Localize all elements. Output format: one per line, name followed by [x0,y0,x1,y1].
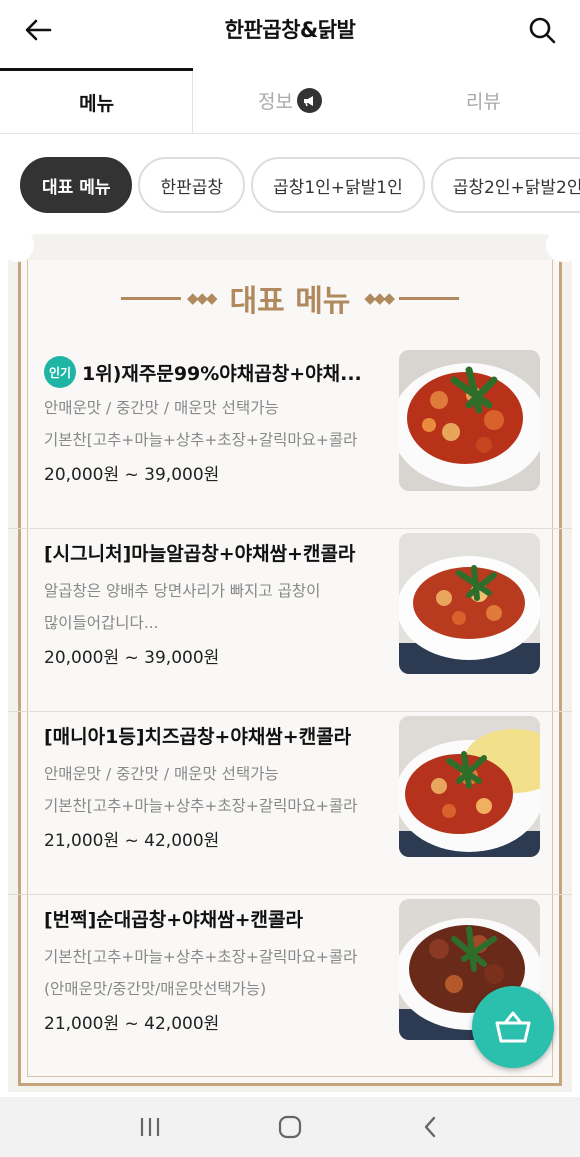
menu-item-title: [시그니처]마늘알곱창+야채쌈+캔콜라 [44,543,356,565]
recents-button[interactable] [125,1107,175,1147]
tab-bar: 메뉴 정보 리뷰 [0,68,580,134]
tab-info[interactable]: 정보 [193,68,386,133]
menu-item-desc: 기본찬[고추+마늘+상추+초장+갈릭마요+콜라 [44,797,358,815]
menu-item-price: 20,000원 ~ 39,000원 [44,465,220,485]
chip-gopchang2-dakbal2[interactable]: 곱창2인+닭발2인 [430,157,580,213]
menu-list: 인기 1위)재주문99%야채곱창+야채... 안매운맛 / 중간맛 / 매운맛 … [8,346,572,1078]
back-chevron-icon [424,1116,436,1138]
section-header: ◆◆◆ 대표 메뉴 ◆◆◆ [8,276,572,320]
back-button[interactable] [18,10,58,50]
menu-item-desc: 안매운맛 / 중간맛 / 매운맛 선택가능 [44,765,279,783]
frame-corner [0,228,34,262]
menu-item-desc: 기본찬[고추+마늘+상추+초장+갈릭마요+콜라 [44,431,358,449]
menu-item-price: 21,000원 ~ 42,000원 [44,1014,220,1034]
page-title: 한판곱창&닭발 [224,18,356,42]
home-button[interactable] [265,1107,315,1147]
menu-item-title: [매니아1등]치즈곱창+야채쌈+캔콜라 [44,726,352,748]
tab-menu[interactable]: 메뉴 [0,68,194,133]
system-back-button[interactable] [405,1107,455,1147]
tab-label: 리뷰 [465,91,501,113]
menu-item-desc: 기본찬[고추+마늘+상추+초장+갈릭마요+콜라 [44,948,358,966]
menu-item-price: 20,000원 ~ 39,000원 [44,648,220,668]
menu-card: ◆◆◆ 대표 메뉴 ◆◆◆ 인기 1위)재주문99%야채곱창+야채... 안매운… [0,228,580,1092]
category-chips: 대표 메뉴 한판곱창 곱창1인+닭발1인 곱창2인+닭발2인 [20,157,580,213]
megaphone-icon [296,88,322,113]
tab-reviews[interactable]: 리뷰 [387,68,580,133]
cart-button[interactable] [472,986,554,1068]
chip-gopchang1-dakbal1[interactable]: 곱창1인+닭발1인 [251,157,425,213]
system-navigation-bar [0,1097,580,1157]
top-bar: 한판곱창&닭발 [0,0,580,58]
menu-item[interactable]: [시그니처]마늘알곱창+야채쌈+캔콜라 알곱창은 양배추 당면사리가 빠지고 곱… [8,529,572,712]
arrow-left-icon [25,19,52,41]
menu-item-name: [시그니처]마늘알곱창+야채쌈+캔콜라 [44,539,394,566]
menu-item-photo [399,533,540,674]
home-icon [278,1115,302,1139]
menu-item-photo [399,716,540,857]
ornament-diamonds: ◆◆◆ [186,289,218,307]
menu-item-desc: (안매운맛/중간맛/매운맛선택가능) [44,980,267,998]
recents-icon [140,1118,160,1136]
menu-item-title: [번쩍]순대곱창+야채쌈+캔콜라 [44,909,303,931]
menu-item-name: 인기 1위)재주문99%야채곱창+야채... [44,356,394,388]
section-title: 대표 메뉴 [229,284,351,319]
menu-item-name: [번쩍]순대곱창+야채쌈+캔콜라 [44,905,394,932]
menu-item-photo [399,350,540,491]
ornament-diamonds: ◆◆◆ [364,289,395,307]
menu-item-price: 21,000원 ~ 42,000원 [44,831,220,851]
basket-icon [495,1011,531,1043]
app-screen: 한판곱창&닭발 메뉴 정보 리뷰 대표 메뉴 한판곱창 곱창1인+닭발1인 곱창… [0,0,580,1157]
frame-corner [546,228,580,262]
menu-item-name: [매니아1등]치즈곱창+야채쌈+캔콜라 [44,722,394,749]
menu-item-title: 1위)재주문99%야채곱창+야채... [82,362,362,385]
menu-item[interactable]: 인기 1위)재주문99%야채곱창+야채... 안매운맛 / 중간맛 / 매운맛 … [8,346,572,529]
ornament-line [399,296,460,300]
menu-item[interactable]: [매니아1등]치즈곱창+야채쌈+캔콜라 안매운맛 / 중간맛 / 매운맛 선택가… [8,712,572,895]
chip-representative-menu[interactable]: 대표 메뉴 [20,157,133,213]
menu-item-desc: 알곱창은 양배추 당면사리가 빠지고 곱창이 [44,582,321,600]
menu-item-desc: 많이들어갑니다... [44,614,159,632]
search-button[interactable] [522,10,562,50]
chip-hanpan-gopchang[interactable]: 한판곱창 [138,157,246,213]
tab-label: 정보 [258,91,293,113]
search-icon [529,17,556,44]
tab-label: 메뉴 [79,92,115,115]
popular-badge: 인기 [44,356,76,388]
ornament-line [120,296,181,300]
menu-item-desc: 안매운맛 / 중간맛 / 매운맛 선택가능 [44,399,279,417]
